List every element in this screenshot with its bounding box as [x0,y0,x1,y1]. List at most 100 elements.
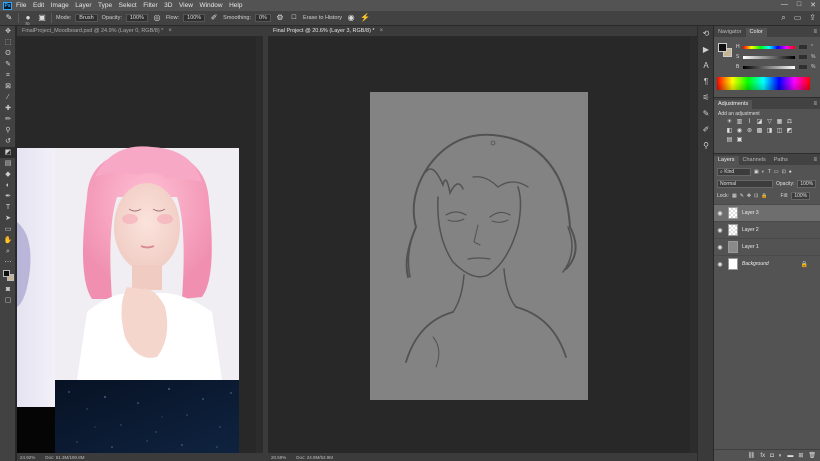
group-icon[interactable]: ▬ [787,453,793,459]
brushes-panel-icon[interactable]: ✎ [698,106,714,122]
levels-icon[interactable]: ▥ [736,119,743,126]
lock-image-icon[interactable]: ✎ [740,193,744,199]
tab-color[interactable]: Color [745,28,767,37]
pressure-size-icon[interactable]: ◉ [346,13,356,23]
brightness-contrast-icon[interactable]: ☀ [726,119,733,126]
lock-position-icon[interactable]: ✥ [747,193,751,199]
hue-saturation-icon[interactable]: ▦ [776,119,783,126]
filter-shape-icon[interactable]: ▭ [774,169,779,175]
vertical-scrollbar[interactable] [256,37,263,453]
menu-select[interactable]: Select [119,2,137,9]
menu-type[interactable]: Type [98,2,112,9]
menu-edit[interactable]: Edit [33,2,44,9]
canvas-area[interactable] [17,37,263,453]
lasso-tool-icon[interactable]: ʘ [0,48,16,59]
lock-all-icon[interactable]: 🔒 [761,193,767,199]
foreground-color-swatch[interactable] [3,270,10,277]
history-panel-icon[interactable]: ⟲ [698,26,714,42]
menu-layer[interactable]: Layer [75,2,91,9]
zoom-level[interactable]: 20.59% [271,455,286,460]
zoom-level[interactable]: 24.92% [20,455,35,460]
type-tool-icon[interactable]: T [0,202,16,213]
hand-tool-icon[interactable]: ✋ [0,235,16,246]
quick-select-tool-icon[interactable]: ✎ [0,59,16,70]
new-layer-icon[interactable]: ⊞ [798,452,803,459]
gradient-map-icon[interactable]: ▤ [726,137,733,144]
saturation-slider[interactable] [743,55,795,59]
filter-type-icon[interactable]: T [768,169,771,175]
color-lookup-icon[interactable]: ▩ [756,128,763,135]
crop-tool-icon[interactable]: ⌗ [0,70,16,81]
canvas-area[interactable] [268,37,690,450]
exposure-icon[interactable]: ◪ [756,119,763,126]
panel-menu-icon[interactable]: ≡ [813,28,817,37]
close-window-button[interactable]: ✕ [810,1,816,9]
blend-mode-dropdown[interactable]: Normal [717,180,773,188]
clone-stamp-tool-icon[interactable]: ⚲ [0,125,16,136]
vertical-scrollbar[interactable] [690,37,697,453]
zoom-tool-icon[interactable]: ⌕ [0,246,16,257]
lock-transparent-icon[interactable]: ▦ [732,193,737,199]
lock-icon[interactable]: 🔒 [801,261,808,268]
blur-tool-icon[interactable]: ◆ [0,169,16,180]
selective-color-icon[interactable]: ▣ [736,137,743,144]
workspace-icon[interactable]: ▭ [794,13,802,23]
share-icon[interactable]: ⇪ [809,13,816,23]
minimize-button[interactable]: — [781,1,788,9]
settings-gear-icon[interactable]: ⚙ [275,13,285,23]
dodge-tool-icon[interactable]: ◐ [0,180,16,191]
color-balance-icon[interactable]: ⚖ [786,119,793,126]
pen-tool-icon[interactable]: ✒ [0,191,16,202]
color-swatches[interactable] [0,268,15,284]
screen-mode-icon[interactable]: ▢ [0,295,16,306]
visibility-eye-icon[interactable]: ◉ [714,210,726,217]
visibility-eye-icon[interactable]: ◉ [714,227,726,234]
rectangle-tool-icon[interactable]: ▭ [0,224,16,235]
fx-icon[interactable]: fx [760,453,765,459]
toggle-brush-panel-icon[interactable]: ▣ [37,13,47,23]
link-icon[interactable]: ⛓ [748,452,756,459]
flow-field[interactable]: 100% [183,14,206,22]
close-tab-button[interactable]: × [380,28,384,34]
layer-row-layer-1[interactable]: ◉ Layer 1 [714,238,820,255]
gradient-tool-icon[interactable]: ▤ [0,158,16,169]
erase-to-history-checkbox[interactable]: ☐ [289,13,299,23]
filter-toggle-icon[interactable]: ● [789,169,792,175]
layer-name[interactable]: Layer 1 [742,244,759,250]
properties-panel-icon[interactable]: ⚟ [698,90,714,106]
more-tools-icon[interactable]: ⋯ [0,257,16,268]
maximize-button[interactable]: □ [797,1,801,9]
move-tool-icon[interactable]: ✥ [0,26,16,37]
pressure-opacity-icon[interactable]: ◎ [152,13,162,23]
symmetry-icon[interactable]: ⚡ [360,13,370,23]
menu-help[interactable]: Help [229,2,242,9]
menu-image[interactable]: Image [51,2,69,9]
brightness-slider[interactable] [743,65,795,69]
opacity-field[interactable]: 100% [125,14,148,22]
panel-menu-icon[interactable]: ≡ [813,100,817,109]
healing-brush-tool-icon[interactable]: ✚ [0,103,16,114]
vibrance-icon[interactable]: ▽ [766,119,773,126]
eraser-tool-icon[interactable]: ◩ [0,147,16,158]
paragraph-panel-icon[interactable]: ¶ [698,74,714,90]
menu-file[interactable]: File [16,2,26,9]
layer-name[interactable]: Layer 3 [742,210,759,216]
lock-artboard-icon[interactable]: ⊡ [754,193,758,199]
tab-paths[interactable]: Paths [770,156,792,165]
layer-name[interactable]: Background [742,261,769,267]
quick-mask-icon[interactable]: ◙ [0,284,16,295]
visibility-eye-icon[interactable]: ◉ [714,261,726,268]
smoothing-field[interactable]: 0% [254,14,271,22]
airbrush-icon[interactable]: ✐ [209,13,219,23]
curves-icon[interactable]: ⌇ [746,119,753,126]
path-selection-tool-icon[interactable]: ➤ [0,213,16,224]
color-spectrum[interactable] [717,77,810,90]
layer-opacity-field[interactable]: 100% [797,180,817,188]
threshold-icon[interactable]: ◩ [786,128,793,135]
mode-dropdown[interactable]: Brush [75,14,98,22]
menu-filter[interactable]: Filter [143,2,157,9]
brush-tool-icon[interactable]: ✏ [0,114,16,125]
tab-layers[interactable]: Layers [714,156,739,165]
black-white-icon[interactable]: ◧ [726,128,733,135]
tab-moodboard[interactable]: FinalProject_Moodboard.psd @ 24.9% (Laye… [17,26,263,37]
